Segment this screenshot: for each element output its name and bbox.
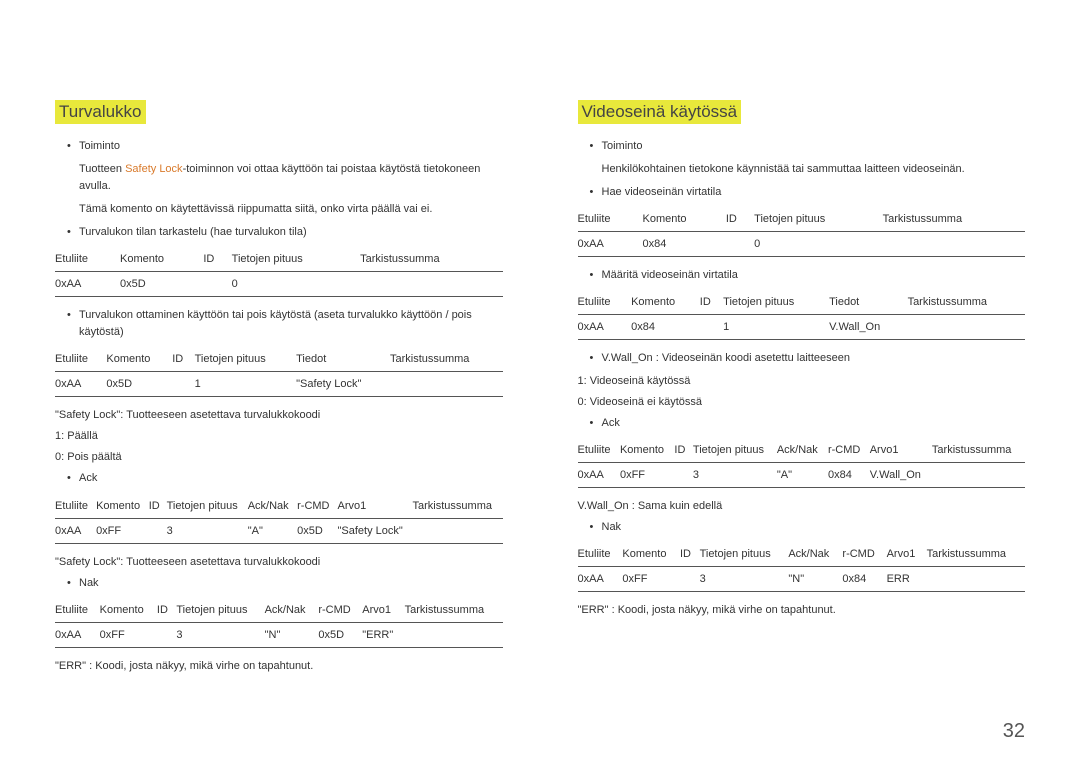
bullet-nak-r: Nak xyxy=(578,519,1026,536)
bullet-toiminto: Toiminto xyxy=(55,138,503,155)
toiminto-desc-r: Henkilökohtainen tietokone käynnistää ta… xyxy=(578,161,1026,178)
bullet-vwall-on-desc: V.Wall_On : Videoseinän koodi asetettu l… xyxy=(578,350,1026,367)
text-1-on: 1: Päällä xyxy=(55,428,503,445)
table-right-3: Etuliite Komento ID Tietojen pituus Ack/… xyxy=(578,438,1026,488)
table-left-2: Etuliite Komento ID Tietojen pituus Tied… xyxy=(55,347,503,397)
table-left-3: Etuliite Komento ID Tietojen pituus Ack/… xyxy=(55,494,503,544)
table-right-1: Etuliite Komento ID Tietojen pituus Tark… xyxy=(578,207,1026,257)
text-safety-lock-code-2: "Safety Lock": Tuotteeseen asetettava tu… xyxy=(55,554,503,571)
bullet-ack-r: Ack xyxy=(578,415,1026,432)
bullet-view-status: Turvalukon tilan tarkastelu (hae turvalu… xyxy=(55,224,503,241)
label-toiminto-r: Toiminto xyxy=(602,140,643,152)
page-number: 32 xyxy=(1003,720,1025,743)
accent-safety-lock: Safety Lock xyxy=(125,163,182,175)
bullet-set-status-r: Määritä videoseinän virtatila xyxy=(578,267,1026,284)
bullet-toiminto-r: Toiminto xyxy=(578,138,1026,155)
table-right-4: Etuliite Komento ID Tietojen pituus Ack/… xyxy=(578,542,1026,592)
text-0-off: 0: Pois päältä xyxy=(55,449,503,466)
toiminto-desc-2: Tämä komento on käytettävissä riippumatt… xyxy=(55,201,503,218)
bullet-nak: Nak xyxy=(55,575,503,592)
section-heading-turvalukko: Turvalukko xyxy=(55,100,146,124)
bullet-enable-disable: Turvalukon ottaminen käyttöön tai pois k… xyxy=(55,307,503,341)
label-toiminto: Toiminto xyxy=(79,140,120,152)
text-0-disabled: 0: Videoseinä ei käytössä xyxy=(578,394,1026,411)
bullet-ack: Ack xyxy=(55,470,503,487)
table-left-1: Etuliite Komento ID Tietojen pituus Tark… xyxy=(55,247,503,297)
text-vwall-same: V.Wall_On : Sama kuin edellä xyxy=(578,498,1026,515)
left-column: Turvalukko Toiminto Tuotteen Safety Lock… xyxy=(55,100,503,679)
text-err-desc-left: "ERR" : Koodi, josta näkyy, mikä virhe o… xyxy=(55,658,503,675)
text-safety-lock-code-1: "Safety Lock": Tuotteeseen asetettava tu… xyxy=(55,407,503,424)
toiminto-desc-1: Tuotteen Safety Lock-toiminnon voi ottaa… xyxy=(55,161,503,195)
table-left-4: Etuliite Komento ID Tietojen pituus Ack/… xyxy=(55,598,503,648)
section-heading-videoseina: Videoseinä käytössä xyxy=(578,100,742,124)
two-column-layout: Turvalukko Toiminto Tuotteen Safety Lock… xyxy=(55,100,1025,679)
text-1-enabled: 1: Videoseinä käytössä xyxy=(578,373,1026,390)
bullet-get-status-r: Hae videoseinän virtatila xyxy=(578,184,1026,201)
right-column: Videoseinä käytössä Toiminto Henkilökoht… xyxy=(578,100,1026,679)
table-right-2: Etuliite Komento ID Tietojen pituus Tied… xyxy=(578,290,1026,340)
text-err-desc-right: "ERR" : Koodi, josta näkyy, mikä virhe o… xyxy=(578,602,1026,619)
